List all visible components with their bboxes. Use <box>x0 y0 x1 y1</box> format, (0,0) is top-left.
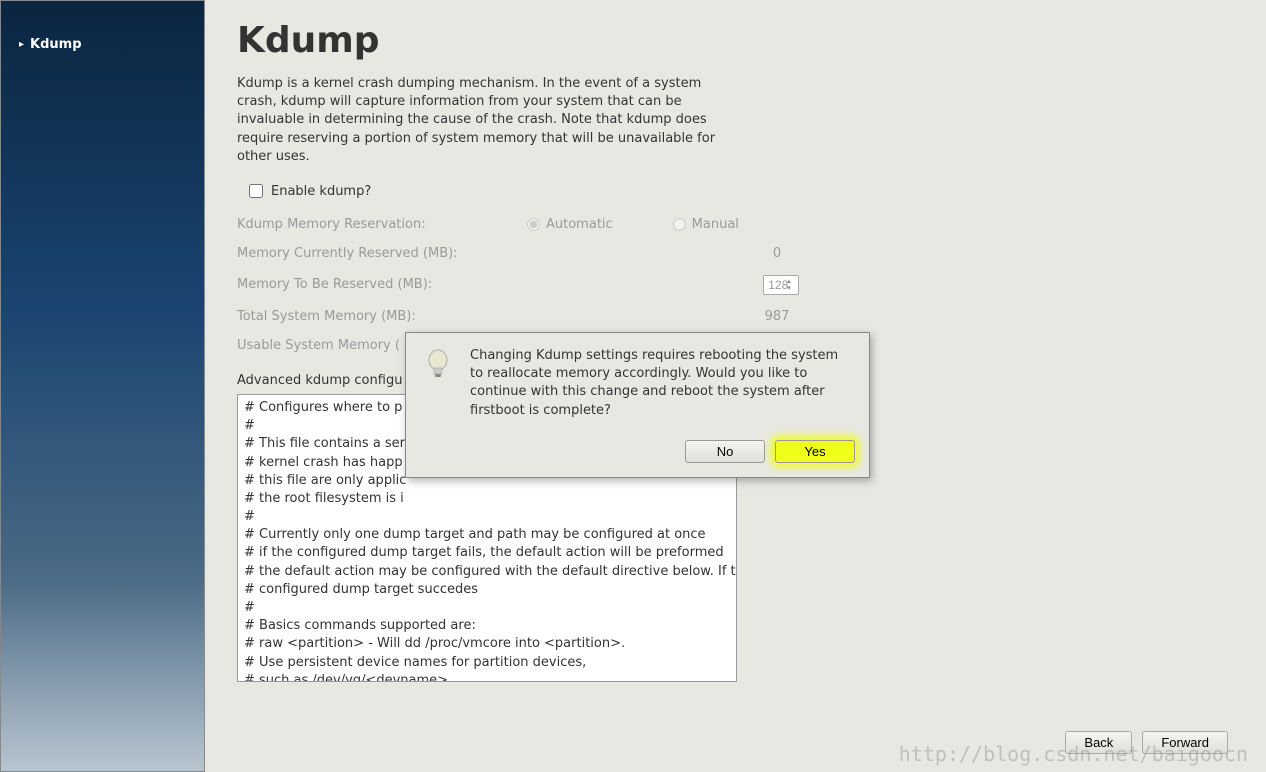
total-memory-label: Total System Memory (MB): <box>237 309 527 324</box>
sidebar-item-label: Kdump <box>30 37 82 52</box>
automatic-radio[interactable] <box>527 218 540 231</box>
to-reserve-label: Memory To Be Reserved (MB): <box>237 277 527 292</box>
to-reserve-spinner[interactable]: ▴ ▾ <box>763 275 791 295</box>
to-reserve-row: Memory To Be Reserved (MB): ▴ ▾ <box>237 275 1226 295</box>
watermark-text: http://blog.csdn.net/baigoocn <box>899 742 1248 766</box>
lightbulb-icon <box>420 347 456 383</box>
confirmation-dialog: Changing Kdump settings requires rebooti… <box>405 332 870 478</box>
reservation-label: Kdump Memory Reservation: <box>237 217 527 232</box>
current-reserved-label: Memory Currently Reserved (MB): <box>237 246 527 261</box>
yes-button[interactable]: Yes <box>775 440 855 463</box>
total-memory-row: Total System Memory (MB): 987 <box>237 309 1226 324</box>
arrow-right-icon: ▸ <box>19 39 24 50</box>
no-button[interactable]: No <box>685 440 765 463</box>
enable-kdump-label: Enable kdump? <box>271 184 371 199</box>
enable-kdump-checkbox[interactable] <box>249 184 263 198</box>
current-reserved-value: 0 <box>687 246 867 261</box>
automatic-radio-option[interactable]: Automatic <box>527 217 613 232</box>
total-memory-value: 987 <box>687 309 867 324</box>
automatic-label: Automatic <box>546 217 613 232</box>
memory-reservation-row: Kdump Memory Reservation: Automatic Manu… <box>237 217 1226 232</box>
page-title: Kdump <box>237 20 1226 61</box>
spinner-down-icon[interactable]: ▾ <box>787 285 791 292</box>
dialog-message: Changing Kdump settings requires rebooti… <box>470 347 855 420</box>
manual-radio-option[interactable]: Manual <box>673 217 739 232</box>
enable-kdump-row: Enable kdump? <box>249 184 1226 199</box>
manual-radio[interactable] <box>673 218 686 231</box>
to-reserve-input[interactable] <box>763 275 799 295</box>
sidebar-item-kdump[interactable]: ▸ Kdump <box>1 31 204 58</box>
manual-label: Manual <box>692 217 739 232</box>
sidebar: ▸ Kdump <box>0 0 205 772</box>
page-description: Kdump is a kernel crash dumping mechanis… <box>237 75 717 166</box>
current-reserved-row: Memory Currently Reserved (MB): 0 <box>237 246 1226 261</box>
